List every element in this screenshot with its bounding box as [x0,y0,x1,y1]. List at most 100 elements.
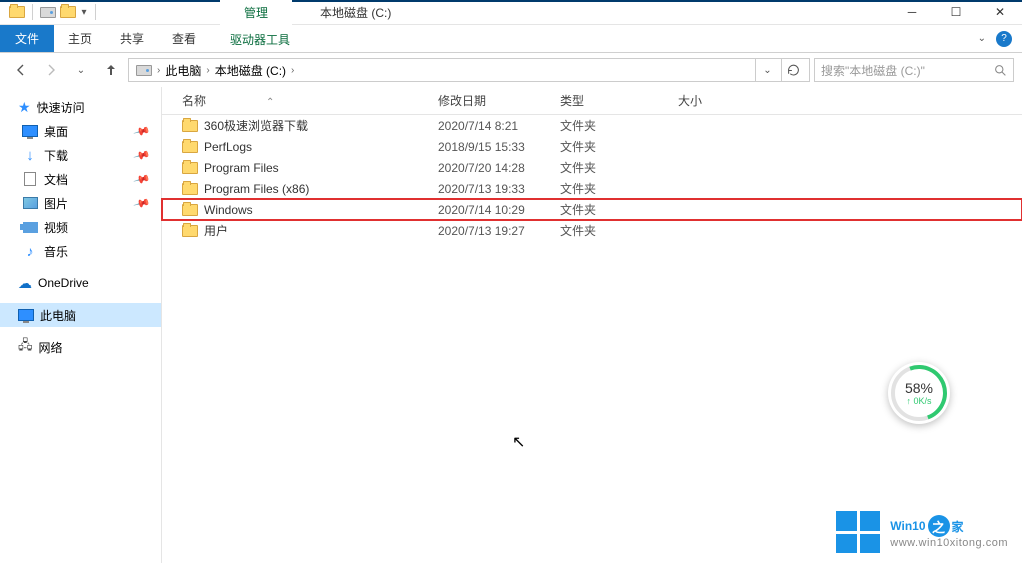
tab-home[interactable]: 主页 [54,25,106,52]
file-name: Program Files [204,161,279,175]
nav-back-button[interactable] [8,57,34,83]
help-icon[interactable]: ? [996,31,1012,47]
file-name: 360极速浏览器下载 [204,117,308,134]
watermark-brand: Win10之家 [890,515,1008,537]
sidebar-this-pc[interactable]: 此电脑 [0,303,161,327]
file-row[interactable]: PerfLogs2018/9/15 15:33文件夹 [162,136,1022,157]
sidebar-network[interactable]: 🖧 网络 [0,335,161,359]
tab-drive-tools[interactable]: 驱动器工具 [220,25,300,53]
speed-percentage: 58% [905,380,933,396]
file-name: 用户 [204,222,228,239]
file-type: 文件夹 [560,159,678,176]
navigation-pane: ★ 快速访问 桌面📌↓下载📌文档📌图片📌视频♪音乐 ☁ OneDrive 此电脑… [0,87,162,563]
maximize-button[interactable]: ☐ [934,0,978,25]
pic-icon [22,196,38,210]
music-icon: ♪ [22,244,38,258]
column-name[interactable]: 名称⌃ [182,92,438,109]
close-button[interactable]: ✕ [978,0,1022,25]
file-tab[interactable]: 文件 [0,25,54,52]
app-icon[interactable] [8,3,26,21]
folder-icon [182,119,198,133]
address-dropdown-icon[interactable]: ⌄ [755,59,779,81]
vid-icon [22,220,38,234]
sidebar-quick-access[interactable]: ★ 快速访问 [0,95,161,119]
pin-icon: 📌 [133,122,151,140]
watermark: Win10之家 www.win10xitong.com [836,511,1008,553]
ribbon-collapse-icon[interactable]: ⌄ [978,33,986,44]
sort-indicator-icon: ⌃ [266,97,274,108]
tab-view[interactable]: 查看 [158,25,210,52]
folder-icon [182,203,198,217]
breadcrumb-chevron-icon[interactable]: › [291,65,294,76]
window-title: 本地磁盘 (C:) [320,0,391,25]
title-bar: ▾ 管理 本地磁盘 (C:) ─ ☐ ✕ [0,0,1022,25]
file-row[interactable]: Windows2020/7/14 10:29文件夹 [162,199,1022,220]
file-type: 文件夹 [560,138,678,155]
pin-icon: 📌 [133,194,151,212]
breadcrumb-drive-c[interactable]: 本地磁盘 (C:) [212,62,289,79]
breadcrumb-this-pc[interactable]: 此电脑 [162,62,204,79]
sidebar-item-monitor[interactable]: 桌面📌 [0,119,161,143]
speed-monitor-widget[interactable]: 58% ↑ 0K/s [888,362,950,424]
sidebar-item-pic[interactable]: 图片📌 [0,191,161,215]
nav-forward-button[interactable] [38,57,64,83]
ribbon: 文件 主页 共享 查看 驱动器工具 ⌄ ? [0,25,1022,53]
breadcrumb-chevron-icon[interactable]: › [157,65,160,76]
file-name: PerfLogs [204,140,252,154]
pin-icon: 📌 [133,146,151,164]
file-date: 2020/7/13 19:27 [438,224,560,238]
qat-properties-icon[interactable] [39,3,57,21]
folder-icon [182,182,198,196]
address-bar-row: ⌄ › 此电脑 › 本地磁盘 (C:) › ⌄ 搜索"本地磁盘 (C:)" [0,53,1022,87]
monitor-icon [22,124,38,138]
address-bar[interactable]: › 此电脑 › 本地磁盘 (C:) › ⌄ [128,58,810,82]
doc-icon [22,172,38,186]
monitor-icon [18,308,34,322]
qat-dropdown-icon[interactable]: ▾ [79,7,89,18]
file-row[interactable]: 用户 2020/7/13 19:27文件夹 [162,220,1022,241]
column-size[interactable]: 大小 [678,92,758,109]
column-date[interactable]: 修改日期 [438,92,560,109]
file-row[interactable]: Program Files (x86)2020/7/13 19:33文件夹 [162,178,1022,199]
file-date: 2020/7/20 14:28 [438,161,560,175]
cloud-icon: ☁ [18,275,32,292]
drive-icon [136,65,152,76]
speed-rate: ↑ 0K/s [906,396,931,406]
qat-folder-icon[interactable] [59,3,77,21]
folder-icon [182,224,198,238]
minimize-button[interactable]: ─ [890,0,934,25]
sidebar-item-vid[interactable]: 视频 [0,215,161,239]
sidebar-item-doc[interactable]: 文档📌 [0,167,161,191]
sidebar-item-music[interactable]: ♪音乐 [0,239,161,263]
tab-share[interactable]: 共享 [106,25,158,52]
nav-up-button[interactable] [98,57,124,83]
file-type: 文件夹 [560,201,678,218]
search-icon [994,64,1007,77]
cursor-icon: ↖ [512,432,525,452]
file-date: 2020/7/14 10:29 [438,203,560,217]
watermark-logo-icon [836,511,880,553]
pin-icon: 📌 [133,170,151,188]
watermark-url: www.win10xitong.com [890,537,1008,549]
search-placeholder: 搜索"本地磁盘 (C:)" [821,62,994,79]
file-type: 文件夹 [560,180,678,197]
refresh-button[interactable] [781,59,805,81]
file-date: 2020/7/13 19:33 [438,182,560,196]
breadcrumb-chevron-icon[interactable]: › [206,65,209,76]
contextual-tab-manage: 管理 [220,0,292,25]
star-icon: ★ [18,99,31,116]
column-headers: 名称⌃ 修改日期 类型 大小 [162,87,1022,115]
network-icon: 🖧 [18,336,33,358]
sidebar-item-download[interactable]: ↓下载📌 [0,143,161,167]
sidebar-onedrive[interactable]: ☁ OneDrive [0,271,161,295]
search-input[interactable]: 搜索"本地磁盘 (C:)" [814,58,1014,82]
file-date: 2020/7/14 8:21 [438,119,560,133]
column-type[interactable]: 类型 [560,92,678,109]
download-icon: ↓ [22,148,38,162]
folder-icon [182,161,198,175]
file-row[interactable]: 360极速浏览器下载 2020/7/14 8:21文件夹 [162,115,1022,136]
nav-recent-dropdown[interactable]: ⌄ [68,57,94,83]
file-row[interactable]: Program Files 2020/7/20 14:28文件夹 [162,157,1022,178]
file-type: 文件夹 [560,222,678,239]
file-type: 文件夹 [560,117,678,134]
